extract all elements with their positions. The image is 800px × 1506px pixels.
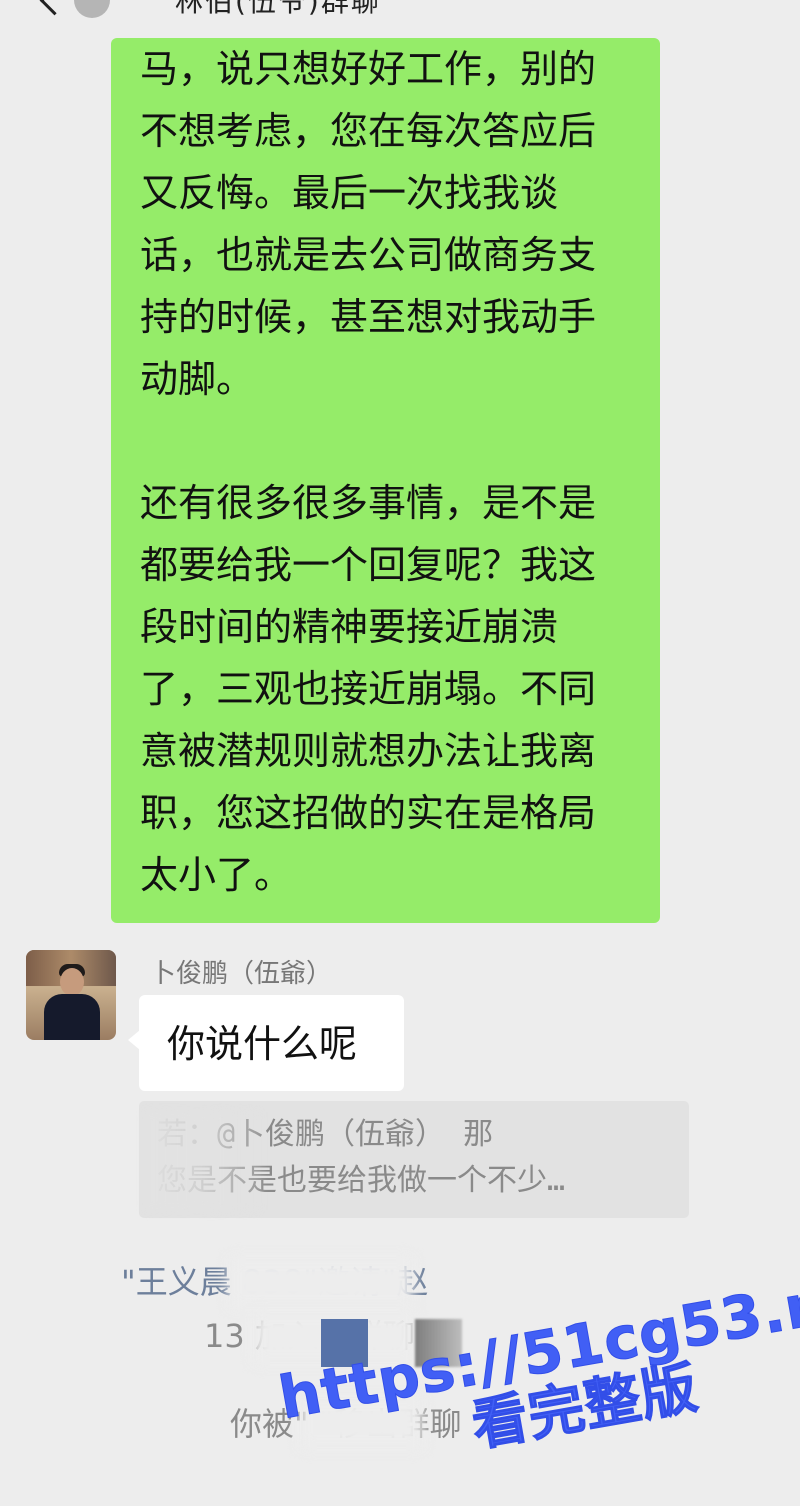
watermark-label: 看完整版 (467, 1355, 704, 1460)
top-avatar-icon (74, 0, 110, 18)
sender-name: 卜俊鹏（伍爺） (150, 959, 333, 989)
blue-redaction-square-icon (321, 1319, 368, 1367)
top-bar-partial: 林伯(伍爷)群聊 (0, 0, 800, 28)
sender-avatar[interactable] (26, 950, 116, 1040)
chat-screen: 林伯(伍爷)群聊 马，说只想好好工作，别的 不想考虑，您在每次答应后 又反悔。最… (0, 0, 800, 1506)
quote-redaction-blur (145, 1111, 263, 1211)
avatar-suit-icon (44, 994, 100, 1040)
outgoing-message-text: 马，说只想好好工作，别的 不想考虑，您在每次答应后 又反悔。最后一次找我谈 话，… (140, 47, 597, 897)
redaction-blur-1 (229, 1258, 413, 1308)
top-title: 林伯(伍爷)群聊 (175, 0, 381, 18)
incoming-message-text: 你说什么呢 (167, 1022, 358, 1066)
gray-redaction-square-icon (415, 1319, 462, 1367)
avatar-face-icon (60, 968, 84, 996)
redaction-blur-3 (300, 1398, 423, 1448)
back-chevron-icon[interactable] (39, 0, 70, 16)
